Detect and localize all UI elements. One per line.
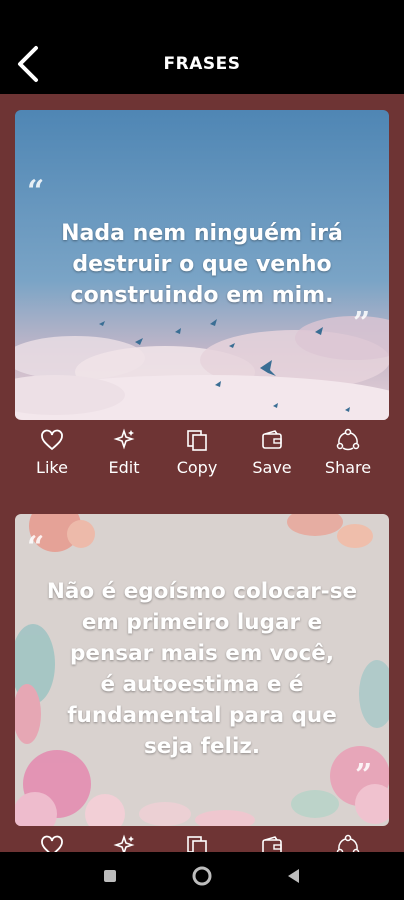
quote-line: construindo em mim. [70,283,334,308]
quote-line: Não é egoísmo colocar-se [46,579,358,604]
top-app-bar: FRASES [0,0,404,94]
sparkle-icon [113,428,135,450]
quote-line: pensar mais em você, [70,641,334,666]
quote-line: destruir o que venho [72,252,332,277]
heart-icon [41,835,63,852]
wallet-icon [262,430,282,449]
home-button[interactable] [190,864,214,888]
close-quote-mark: ” [355,758,373,793]
share-button[interactable]: Share [311,420,385,484]
page-title: FRASES [163,54,241,74]
like-button[interactable]: Like [15,420,89,484]
recent-apps-button[interactable] [98,864,122,888]
square-icon [104,870,116,882]
system-back-button[interactable] [282,864,306,888]
wallet-icon [262,836,282,852]
quote-card: “ ” Nada nem ninguém irá destruir o que … [15,110,389,420]
sparkle-icon [113,834,135,852]
open-quote-mark: “ [27,174,45,209]
quote-line: fundamental para que [67,703,337,728]
quote-actions-bar: Like Edit Copy Save Share [15,420,389,484]
edit-label: Edit [108,458,140,477]
copy-label: Copy [176,458,218,477]
heart-icon [41,429,63,451]
like-button[interactable]: Like [15,826,89,852]
close-quote-mark: ” [353,306,371,341]
edit-button[interactable]: Edit [87,826,161,852]
open-quote-mark: “ [27,530,45,565]
quote-card: “ ” Não é egoísmo colocar-se em primeiro… [15,514,389,826]
save-button[interactable]: Save [235,826,309,852]
quote-line: é autoestima e é [100,672,304,697]
share-button[interactable]: Share [311,826,385,852]
quote-actions-bar: Like Edit Copy Save Share [15,826,389,852]
quote-line: em primeiro lugar e [81,610,323,635]
share-icon [336,834,360,852]
like-label: Like [36,458,68,477]
copy-button[interactable]: Copy [160,826,234,852]
quote-text: Não é egoísmo colocar-se em primeiro lug… [27,576,377,762]
copy-icon [187,430,207,451]
quote-text: Nada nem ninguém irá destruir o que venh… [27,218,377,311]
system-navigation-bar [0,852,404,900]
copy-icon [187,836,207,852]
copy-button[interactable]: Copy [160,420,234,484]
share-icon [336,428,360,451]
triangle-back-icon [288,869,299,883]
quote-line: Nada nem ninguém irá [61,221,343,246]
edit-button[interactable]: Edit [87,420,161,484]
quote-line: seja feliz. [143,734,261,759]
quotes-feed[interactable]: “ ” Nada nem ninguém irá destruir o que … [0,94,404,852]
save-label: Save [252,458,292,477]
circle-icon [192,866,212,886]
save-button[interactable]: Save [235,420,309,484]
share-label: Share [324,458,372,477]
